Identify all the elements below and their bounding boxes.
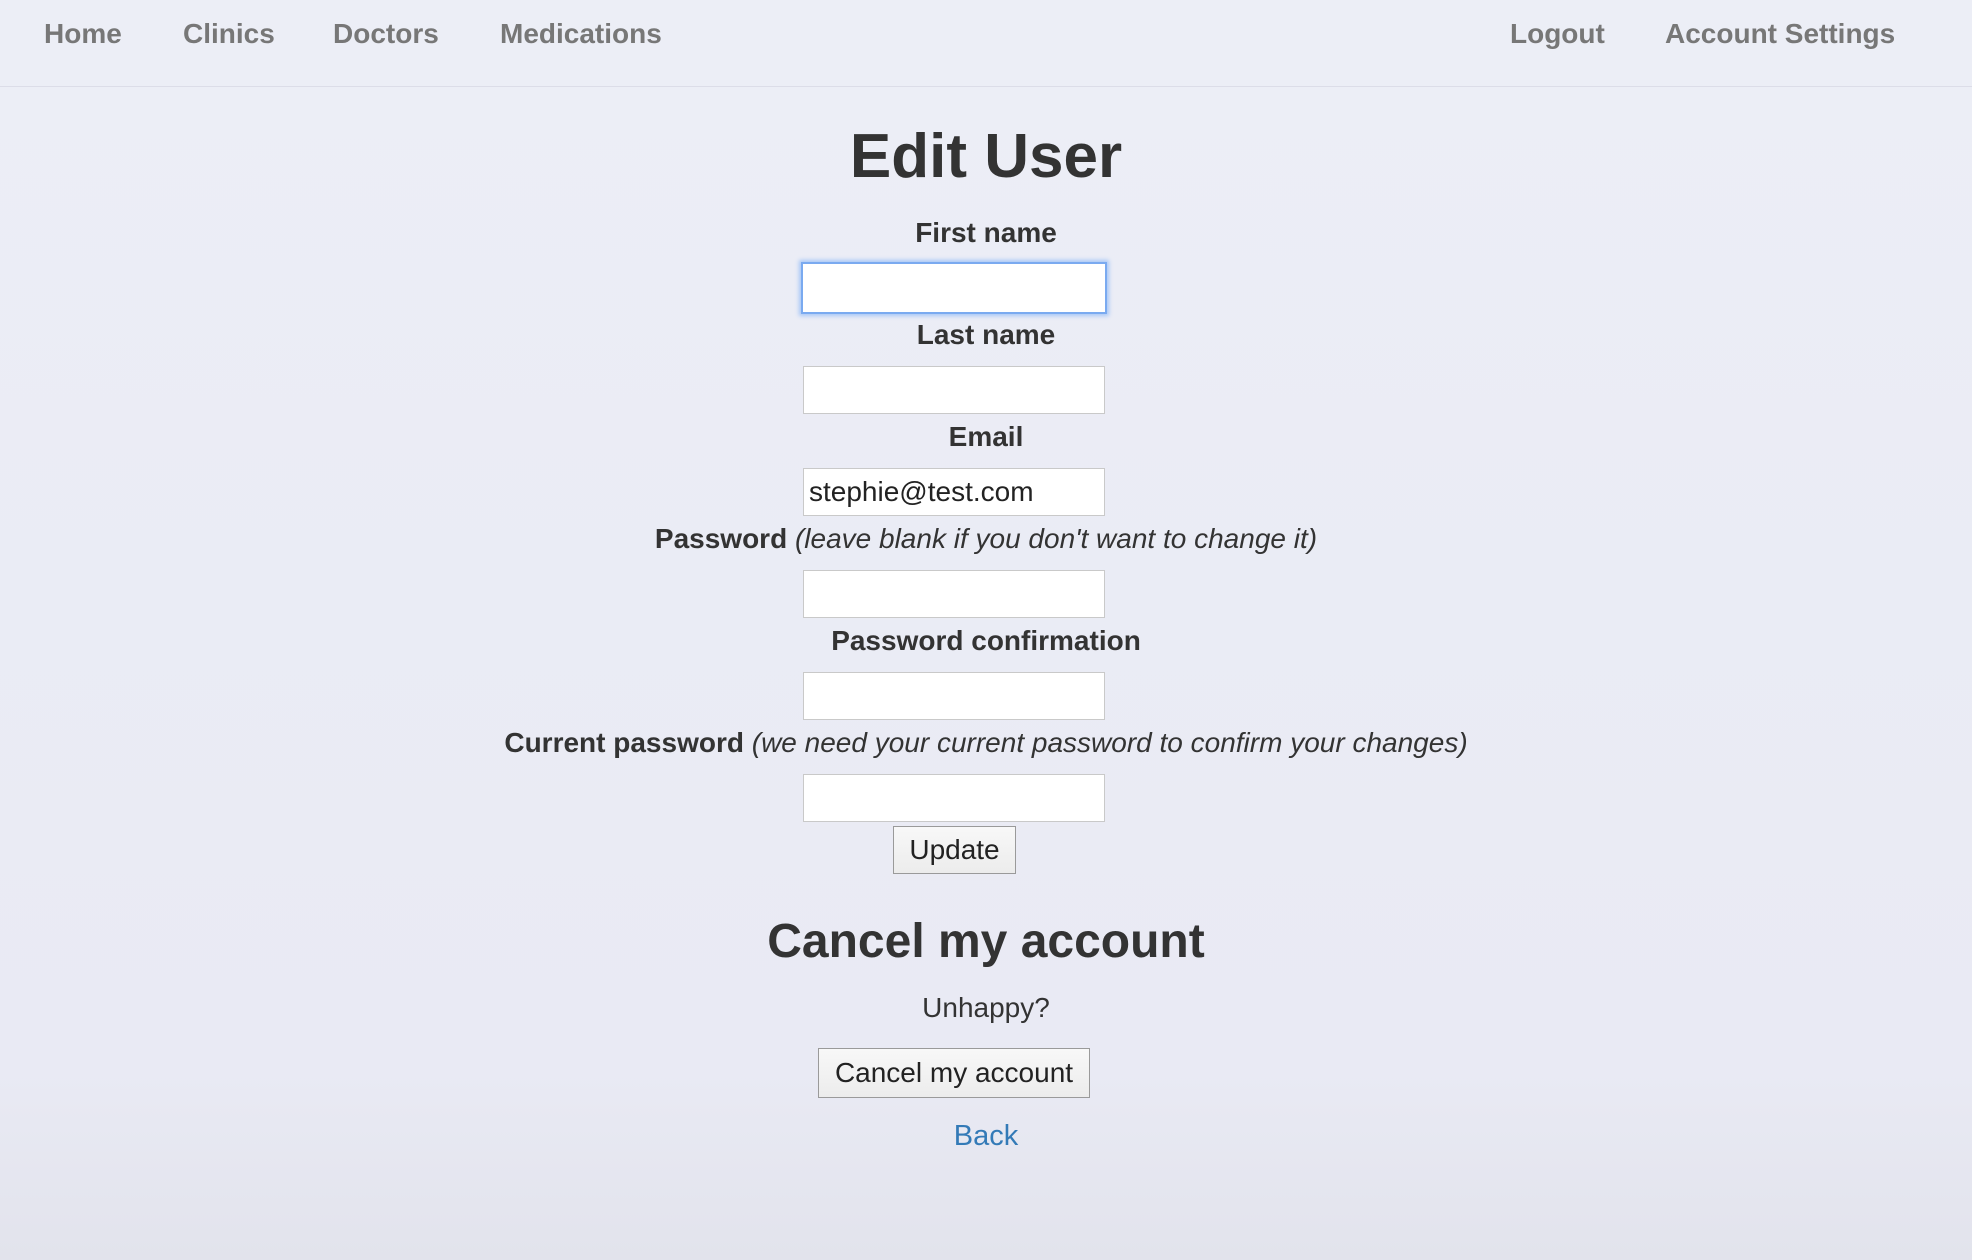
password-confirmation-label: Password confirmation: [831, 625, 1141, 656]
back-link[interactable]: Back: [954, 1120, 1018, 1152]
email-label: Email: [948, 421, 1024, 452]
back-link-row: Back: [0, 1122, 1972, 1151]
last-name-label: Last name: [916, 319, 1056, 350]
password-field[interactable]: [803, 570, 1105, 618]
current-password-field[interactable]: [803, 774, 1105, 822]
nav-link-medications[interactable]: Medications: [500, 18, 662, 50]
nav-link-home[interactable]: Home: [44, 18, 122, 50]
nav-link-doctors[interactable]: Doctors: [333, 18, 439, 50]
page-title: Edit User: [849, 122, 1123, 191]
top-navbar: Home Clinics Doctors Medications Logout …: [0, 0, 1972, 87]
last-name-field[interactable]: [803, 366, 1105, 414]
current-password-label: Current password (we need your current p…: [0, 729, 1972, 757]
password-confirmation-field[interactable]: [803, 672, 1105, 720]
password-label: Password (leave blank if you don't want …: [0, 525, 1972, 553]
nav-link-logout[interactable]: Logout: [1510, 18, 1605, 50]
email-field[interactable]: [803, 468, 1105, 516]
current-password-label-text: Current password: [504, 727, 744, 758]
update-button[interactable]: Update: [893, 826, 1016, 874]
cancel-account-button[interactable]: Cancel my account: [818, 1048, 1090, 1098]
nav-link-clinics[interactable]: Clinics: [183, 18, 275, 50]
current-password-hint: (we need your current password to confir…: [751, 727, 1468, 758]
password-hint: (leave blank if you don't want to change…: [794, 523, 1318, 554]
first-name-label: First name: [915, 217, 1057, 248]
cancel-account-heading: Cancel my account: [767, 915, 1205, 968]
unhappy-prompt: Unhappy?: [922, 992, 1050, 1023]
first-name-field[interactable]: [801, 262, 1107, 314]
password-label-text: Password: [654, 523, 788, 554]
nav-link-account-settings[interactable]: Account Settings: [1665, 18, 1895, 50]
